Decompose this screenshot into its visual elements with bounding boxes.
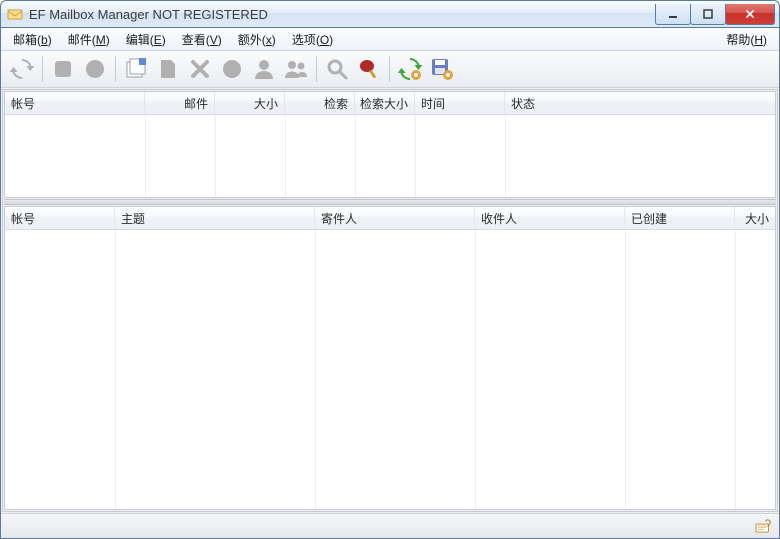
hand-paper-icon[interactable] <box>755 517 773 536</box>
toolbar <box>1 51 779 88</box>
accounts-body[interactable] <box>5 115 775 197</box>
app-icon <box>7 6 23 22</box>
toolbar-separator <box>389 56 390 82</box>
col-time[interactable]: 时间 <box>415 92 505 114</box>
toolbar-record[interactable] <box>80 54 110 84</box>
people-icon <box>284 57 308 81</box>
menu-accel: x <box>266 33 272 47</box>
menu-label: 编辑 <box>126 33 150 47</box>
maximize-button[interactable] <box>690 4 726 25</box>
toolbar-refresh-all[interactable] <box>7 54 37 84</box>
toolbar-separator <box>115 56 116 82</box>
col-size[interactable]: 大小 <box>735 207 775 229</box>
menu-accel: H <box>754 33 763 47</box>
col-sender[interactable]: 寄件人 <box>315 207 475 229</box>
toolbar-mark[interactable] <box>217 54 247 84</box>
window-title: EF Mailbox Manager NOT REGISTERED <box>29 7 268 22</box>
col-account[interactable]: 帐号 <box>5 207 115 229</box>
menu-label: 选项 <box>292 33 316 47</box>
accounts-pane: 帐号 邮件 大小 检索 检索大小 时间 状态 <box>4 91 776 198</box>
col-subject[interactable]: 主题 <box>115 207 315 229</box>
menu-mailbox[interactable]: 邮箱(b) <box>5 29 60 50</box>
toolbar-stop[interactable] <box>48 54 78 84</box>
col-size[interactable]: 大小 <box>215 92 285 114</box>
toolbar-page[interactable] <box>153 54 183 84</box>
stop-icon <box>51 57 75 81</box>
refresh-gear-icon <box>398 57 422 81</box>
save-gear-icon <box>430 57 454 81</box>
search-icon <box>325 57 349 81</box>
menu-accel: V <box>210 33 218 47</box>
col-mail[interactable]: 邮件 <box>145 92 215 114</box>
new-mail-icon <box>124 57 148 81</box>
content-panes: 帐号 邮件 大小 检索 检索大小 时间 状态 帐号 主题 寄件人 <box>2 89 778 512</box>
refresh-icon <box>10 57 34 81</box>
messages-body[interactable] <box>5 230 775 509</box>
col-created[interactable]: 已创建 <box>625 207 735 229</box>
menu-label: 邮箱 <box>13 33 37 47</box>
minimize-button[interactable] <box>655 4 691 25</box>
window-controls <box>656 4 775 24</box>
col-status[interactable]: 状态 <box>505 92 775 114</box>
toolbar-separator <box>316 56 317 82</box>
toolbar-separator <box>42 56 43 82</box>
menu-label: 邮件 <box>68 33 92 47</box>
toolbar-new-mail[interactable] <box>121 54 151 84</box>
status-bar <box>1 513 779 538</box>
col-index-size[interactable]: 检索大小 <box>355 92 415 114</box>
dot-icon <box>220 57 244 81</box>
menu-extras[interactable]: 额外(x) <box>230 29 284 50</box>
col-index[interactable]: 检索 <box>285 92 355 114</box>
menu-label: 查看 <box>182 33 206 47</box>
horizontal-splitter[interactable] <box>4 199 776 205</box>
messages-pane: 帐号 主题 寄件人 收件人 已创建 大小 <box>4 206 776 510</box>
accounts-header: 帐号 邮件 大小 检索 检索大小 时间 状态 <box>5 92 775 115</box>
toolbar-sync[interactable] <box>395 54 425 84</box>
title-bar: EF Mailbox Manager NOT REGISTERED <box>0 0 780 28</box>
paddle-icon <box>357 57 381 81</box>
circle-icon <box>83 57 107 81</box>
toolbar-delete[interactable] <box>185 54 215 84</box>
col-account[interactable]: 帐号 <box>5 92 145 114</box>
delete-icon <box>188 57 212 81</box>
menu-accel: b <box>41 33 48 47</box>
toolbar-contact[interactable] <box>249 54 279 84</box>
person-icon <box>252 57 276 81</box>
messages-header: 帐号 主题 寄件人 收件人 已创建 大小 <box>5 207 775 230</box>
toolbar-save[interactable] <box>427 54 457 84</box>
menu-bar: 邮箱(b) 邮件(M) 编辑(E) 查看(V) 额外(x) 选项(O) 帮助(H… <box>1 28 779 51</box>
menu-accel: M <box>96 33 106 47</box>
close-button[interactable] <box>725 4 775 25</box>
toolbar-search[interactable] <box>322 54 352 84</box>
menu-label: 帮助 <box>726 33 750 47</box>
page-icon <box>156 57 180 81</box>
menu-help[interactable]: 帮助(H) <box>718 29 775 50</box>
menu-accel: O <box>320 33 329 47</box>
col-recipient[interactable]: 收件人 <box>475 207 625 229</box>
menu-options[interactable]: 选项(O) <box>284 29 341 50</box>
menu-edit[interactable]: 编辑(E) <box>118 29 174 50</box>
menu-label: 额外 <box>238 33 262 47</box>
menu-accel: E <box>154 33 162 47</box>
menu-view[interactable]: 查看(V) <box>174 29 230 50</box>
toolbar-flag[interactable] <box>354 54 384 84</box>
toolbar-contacts[interactable] <box>281 54 311 84</box>
menu-mail[interactable]: 邮件(M) <box>60 29 118 50</box>
client-area: 邮箱(b) 邮件(M) 编辑(E) 查看(V) 额外(x) 选项(O) 帮助(H… <box>0 28 780 539</box>
